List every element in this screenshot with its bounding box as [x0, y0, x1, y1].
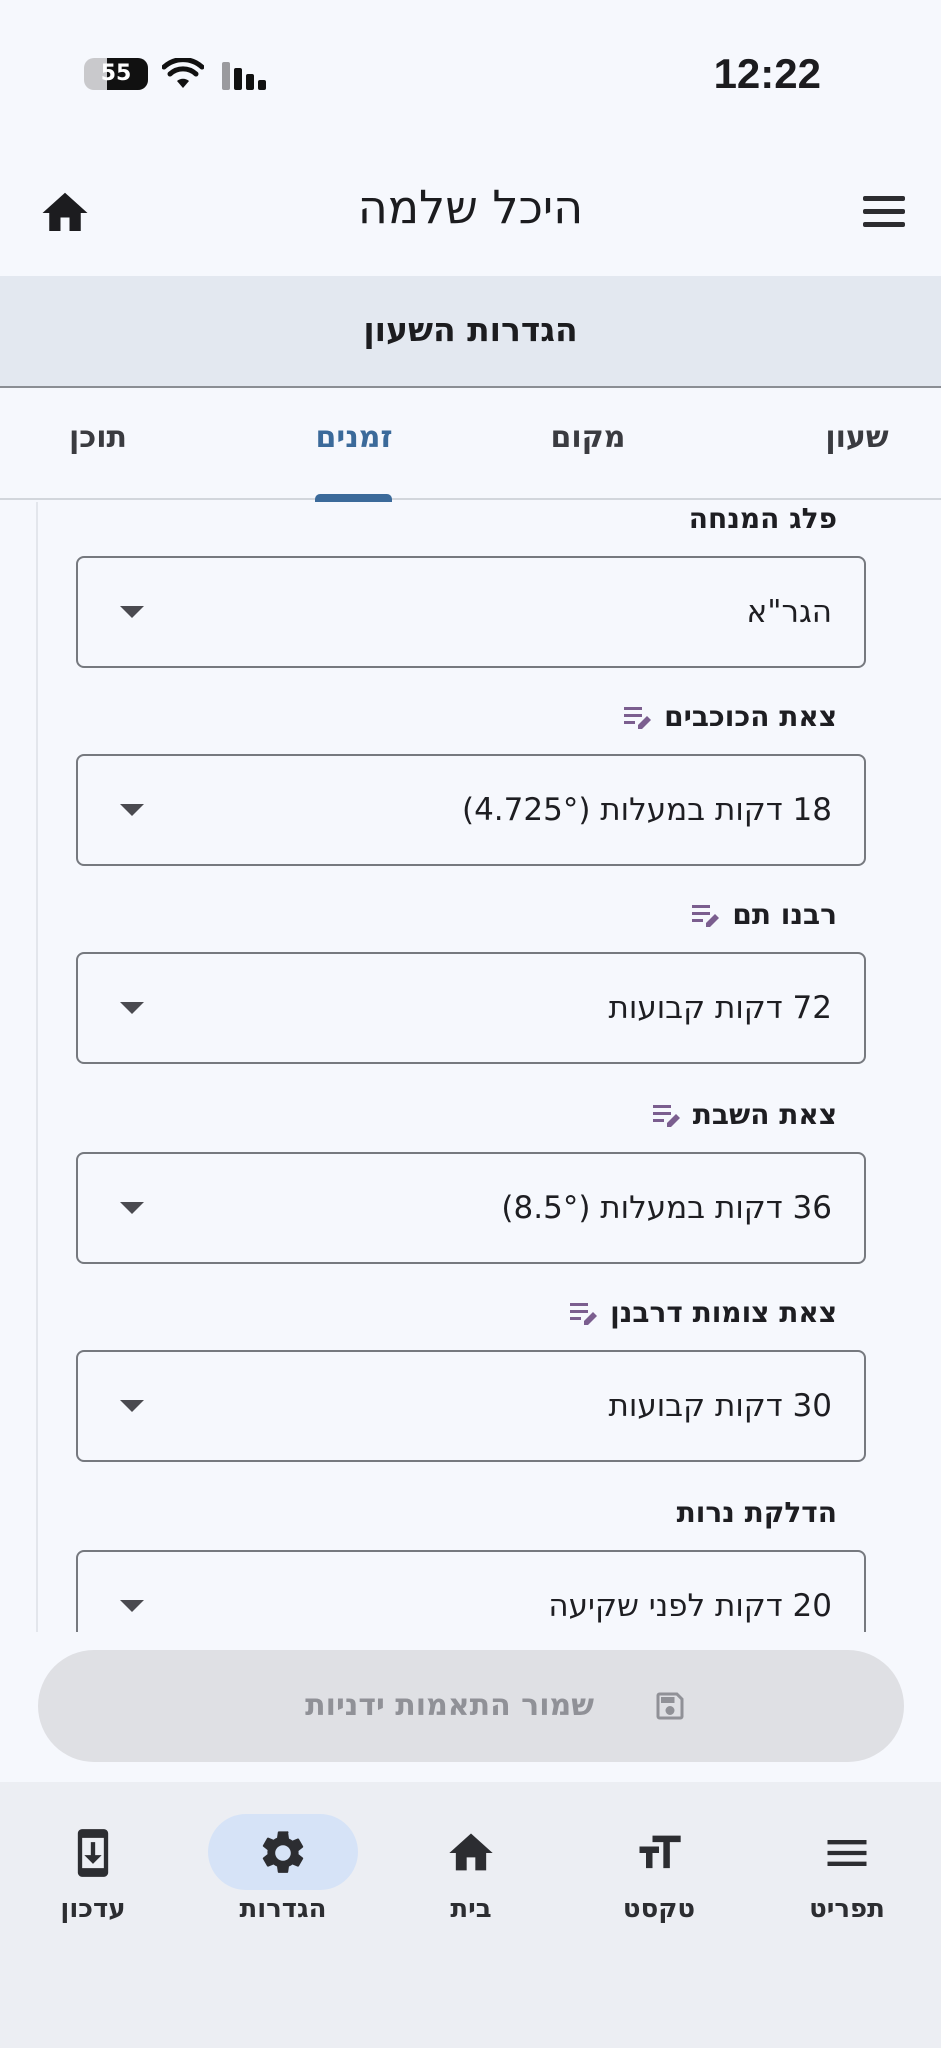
- field-label-text: צאת צומות דרבנן: [610, 1296, 837, 1329]
- nav-label: בית: [450, 1894, 492, 1924]
- tab-location[interactable]: מקום: [508, 388, 668, 500]
- field-label-text: הדלקת נרות: [676, 1496, 837, 1529]
- chevron-down-icon: [120, 1002, 144, 1014]
- field-label-text: צאת הכוכבים: [664, 700, 837, 733]
- settings-form[interactable]: פלג המנחה הגר"א צאת הכוכבים 18 דקות במעל…: [36, 502, 907, 1632]
- dropdown-fast[interactable]: 30 דקות קבועות: [76, 1350, 866, 1462]
- field-label-mincha: פלג המנחה: [689, 502, 837, 535]
- nav-label: עדכון: [60, 1894, 126, 1924]
- bottom-nav: עדכון הגדרות בית טקסט תפריט: [0, 1782, 941, 2048]
- field-label-fast: צאת צומות דרבנן: [568, 1296, 837, 1329]
- signal-icon: [222, 62, 268, 90]
- dropdown-rabbeinu-tam[interactable]: 72 דקות קבועות: [76, 952, 866, 1064]
- tab-times[interactable]: זמנים: [274, 388, 434, 500]
- chevron-down-icon: [120, 1202, 144, 1214]
- hamburger-menu-icon[interactable]: [859, 192, 909, 232]
- status-time: 12:22: [713, 50, 821, 97]
- chevron-down-icon: [120, 1600, 144, 1612]
- app-bar: היכל שלמה: [0, 150, 941, 276]
- nav-item-menu[interactable]: תפריט: [762, 1782, 932, 1924]
- dropdown-candles[interactable]: 20 דקות לפני שקיעה: [76, 1550, 866, 1632]
- dropdown-value: הגר"א: [746, 594, 832, 630]
- edit-note-icon[interactable]: [568, 1299, 598, 1327]
- field-label-text: פלג המנחה: [688, 502, 837, 535]
- nav-label: הגדרות: [239, 1894, 327, 1924]
- dropdown-mincha[interactable]: הגר"א: [76, 556, 866, 668]
- home-icon: [449, 1833, 493, 1871]
- nav-label: תפריט: [809, 1894, 885, 1924]
- nav-label: טקסט: [622, 1894, 696, 1924]
- dropdown-value: 72 דקות קבועות: [608, 990, 833, 1026]
- edit-note-icon[interactable]: [622, 703, 652, 731]
- tab-clock[interactable]: שעון: [782, 388, 932, 500]
- dropdown-tzeit[interactable]: 18 דקות במעלות (4.725°): [76, 754, 866, 866]
- nav-item-update[interactable]: עדכון: [8, 1782, 178, 1924]
- field-label-text: צאת השבת: [692, 1098, 837, 1131]
- update-icon: [77, 1829, 109, 1877]
- active-tab-indicator: [315, 494, 392, 502]
- save-button-label: שמור התאמות ידניות: [305, 1688, 594, 1723]
- dropdown-value: 20 דקות לפני שקיעה: [548, 1588, 832, 1624]
- nav-item-home[interactable]: בית: [386, 1782, 556, 1924]
- field-label-shabbat: צאת השבת: [651, 1098, 837, 1131]
- settings-title: הגדרות השעון: [363, 310, 578, 349]
- chevron-down-icon: [120, 606, 144, 618]
- settings-header: הגדרות השעון: [0, 276, 941, 388]
- text-size-icon: [639, 1835, 681, 1869]
- field-label-rabbeinu-tam: רבנו תם: [690, 898, 837, 931]
- edit-note-icon[interactable]: [651, 1101, 681, 1129]
- save-manual-adjustments-button[interactable]: שמור התאמות ידניות: [38, 1650, 904, 1762]
- dropdown-value: 36 דקות במעלות (8.5°): [501, 1190, 832, 1226]
- field-label-text: רבנו תם: [732, 898, 837, 931]
- save-icon: [656, 1692, 684, 1720]
- tab-content[interactable]: תוכן: [18, 388, 178, 500]
- battery-level: 55: [100, 61, 132, 86]
- tab-bar: שעון מקום זמנים תוכן: [0, 388, 941, 502]
- dropdown-shabbat[interactable]: 36 דקות במעלות (8.5°): [76, 1152, 866, 1264]
- chevron-down-icon: [120, 804, 144, 816]
- menu-icon: [827, 1840, 867, 1866]
- edit-note-icon[interactable]: [690, 901, 720, 929]
- app-title: היכל שלמה: [357, 180, 584, 234]
- nav-item-text[interactable]: טקסט: [574, 1782, 744, 1924]
- field-label-candles: הדלקת נרות: [677, 1496, 837, 1529]
- dropdown-value: 18 דקות במעלות (4.725°): [461, 792, 832, 828]
- field-label-tzeit: צאת הכוכבים: [622, 700, 837, 733]
- gear-icon: [262, 1831, 304, 1873]
- dropdown-value: 30 דקות קבועות: [608, 1388, 833, 1424]
- nav-item-settings[interactable]: הגדרות: [198, 1782, 368, 1924]
- battery-icon: 55: [84, 58, 148, 90]
- status-bar: 55 12:22: [0, 0, 941, 150]
- wifi-icon: [162, 58, 204, 88]
- chevron-down-icon: [120, 1400, 144, 1412]
